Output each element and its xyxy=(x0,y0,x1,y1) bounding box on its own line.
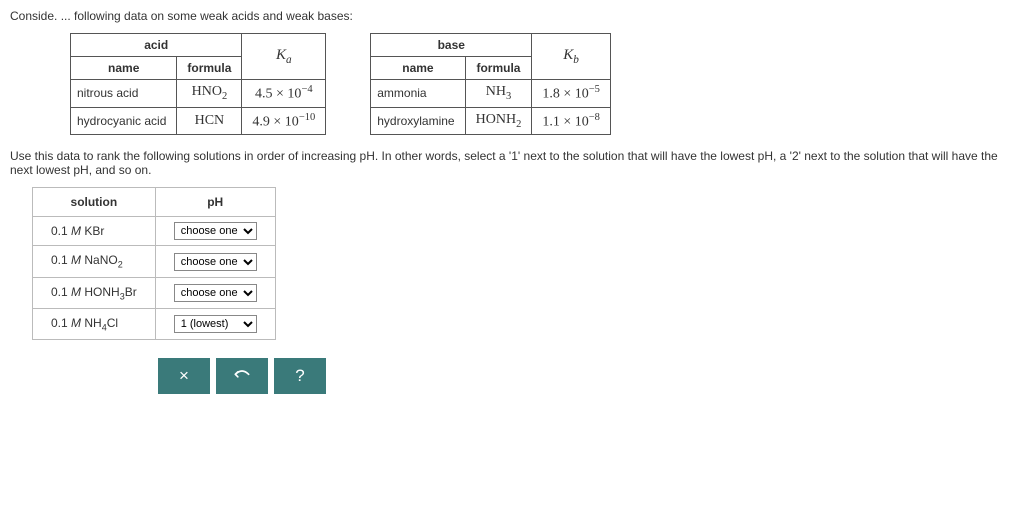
base-name: hydroxylamine xyxy=(371,107,465,135)
acid-group-header: acid xyxy=(71,34,242,57)
ph-select[interactable]: choose one1 (lowest)234 (highest) xyxy=(174,315,257,333)
ph-select[interactable]: choose one1 (lowest)234 (highest) xyxy=(174,284,257,302)
undo-button[interactable] xyxy=(216,358,268,394)
instructions-text: Use this data to rank the following solu… xyxy=(10,149,1014,177)
base-row: hydroxylamine HONH2 1.1 × 10−8 xyxy=(371,107,611,135)
kb-header: Kb xyxy=(532,34,611,80)
solution-header: solution xyxy=(33,188,156,217)
answer-row: 0.1 M NaNO2 choose one1 (lowest)234 (hig… xyxy=(33,246,276,277)
acid-name-header: name xyxy=(71,57,177,80)
acid-name: hydrocyanic acid xyxy=(71,107,177,135)
intro-text: Conside. ... following data on some weak… xyxy=(10,9,1014,23)
base-group-header: base xyxy=(371,34,532,57)
help-icon: ? xyxy=(295,366,304,386)
help-button[interactable]: ? xyxy=(274,358,326,394)
solution-cell: 0.1 M HONH3Br xyxy=(33,277,156,308)
base-formula-header: formula xyxy=(465,57,532,80)
base-name: ammonia xyxy=(371,80,465,108)
acid-ka: 4.9 × 10−10 xyxy=(242,107,326,135)
acid-ka: 4.5 × 10−4 xyxy=(242,80,326,108)
base-formula: HONH2 xyxy=(465,107,532,135)
base-kb: 1.8 × 10−5 xyxy=(532,80,611,108)
base-name-header: name xyxy=(371,57,465,80)
acid-row: hydrocyanic acid HCN 4.9 × 10−10 xyxy=(71,107,326,135)
ka-header: Ka xyxy=(242,34,326,80)
close-button[interactable]: × xyxy=(158,358,210,394)
base-kb: 1.1 × 10−8 xyxy=(532,107,611,135)
ph-header: pH xyxy=(155,188,275,217)
acid-row: nitrous acid HNO2 4.5 × 10−4 xyxy=(71,80,326,108)
answer-row: 0.1 M HONH3Br choose one1 (lowest)234 (h… xyxy=(33,277,276,308)
undo-icon xyxy=(232,366,252,386)
ph-select[interactable]: choose one1 (lowest)234 (highest) xyxy=(174,222,257,240)
answer-table: solution pH 0.1 M KBr choose one1 (lowes… xyxy=(32,187,276,340)
acid-table: acid Ka name formula nitrous acid HNO2 4… xyxy=(70,33,326,135)
ph-select[interactable]: choose one1 (lowest)234 (highest) xyxy=(174,253,257,271)
acid-formula: HCN xyxy=(177,107,242,135)
solution-cell: 0.1 M NH4Cl xyxy=(33,309,156,340)
answer-row: 0.1 M KBr choose one1 (lowest)234 (highe… xyxy=(33,217,276,246)
button-bar: × ? xyxy=(158,358,1014,394)
acid-formula-header: formula xyxy=(177,57,242,80)
base-table: base Kb name formula ammonia NH3 1.8 × 1… xyxy=(370,33,611,135)
answer-row: 0.1 M NH4Cl choose one1 (lowest)234 (hig… xyxy=(33,309,276,340)
solution-cell: 0.1 M KBr xyxy=(33,217,156,246)
base-formula: NH3 xyxy=(465,80,532,108)
base-row: ammonia NH3 1.8 × 10−5 xyxy=(371,80,611,108)
acid-formula: HNO2 xyxy=(177,80,242,108)
data-tables: acid Ka name formula nitrous acid HNO2 4… xyxy=(70,33,1014,135)
solution-cell: 0.1 M NaNO2 xyxy=(33,246,156,277)
acid-name: nitrous acid xyxy=(71,80,177,108)
close-icon: × xyxy=(179,366,189,386)
